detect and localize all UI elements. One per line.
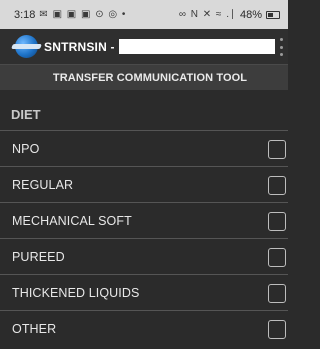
- list-item-thickened-liquids[interactable]: THICKENED LIQUIDS: [0, 274, 288, 310]
- mechanical-soft-checkbox[interactable]: [268, 212, 286, 231]
- list-item-pureed[interactable]: PUREED: [0, 238, 288, 274]
- list-item-mechanical-soft[interactable]: MECHANICAL SOFT: [0, 202, 288, 238]
- status-time: 3:18: [14, 8, 36, 21]
- app-title-input[interactable]: [118, 39, 275, 54]
- battery-icon: [266, 10, 280, 19]
- pureed-checkbox[interactable]: [268, 248, 286, 267]
- npo-checkbox[interactable]: [268, 140, 286, 159]
- list-item-npo[interactable]: NPO: [0, 130, 288, 166]
- diet-options-list: NPO REGULAR MECHANICAL SOFT PUREED THICK…: [0, 130, 288, 346]
- thickened-liquids-checkbox[interactable]: [268, 284, 286, 303]
- list-item-label: REGULAR: [12, 177, 74, 192]
- status-left: 3:18 ✉ ▣ ▣ ▣ ⊙ ◎ •: [14, 9, 126, 21]
- section-title: DIET: [11, 107, 41, 122]
- system-icons: ∞ N ✕ ≈ .∣: [178, 9, 236, 20]
- other-checkbox[interactable]: [268, 320, 286, 339]
- list-item-other[interactable]: OTHER: [0, 310, 288, 346]
- list-item-label: PUREED: [12, 249, 65, 264]
- overflow-menu-icon[interactable]: [279, 38, 283, 56]
- list-item-label: THICKENED LIQUIDS: [12, 285, 140, 300]
- battery-percent: 48%: [239, 8, 262, 21]
- page-title: TRANSFER COMMUNICATION TOOL: [52, 71, 248, 84]
- list-item-label: MECHANICAL SOFT: [12, 213, 132, 228]
- status-bar: 3:18 ✉ ▣ ▣ ▣ ⊙ ◎ • ∞ N ✕ ≈ .∣ 48%: [0, 0, 288, 29]
- app-logo-icon: [15, 35, 38, 58]
- list-item-label: NPO: [12, 141, 40, 156]
- list-item-label: OTHER: [12, 321, 57, 336]
- status-right: ∞ N ✕ ≈ .∣ 48%: [179, 9, 280, 21]
- subheader: TRANSFER COMMUNICATION TOOL: [0, 64, 288, 90]
- app-bar: SNTRNSIN -: [0, 29, 288, 64]
- regular-checkbox[interactable]: [268, 176, 286, 195]
- list-item-regular[interactable]: REGULAR: [0, 166, 288, 202]
- notification-icons: ✉ ▣ ▣ ▣ ⊙ ◎ •: [39, 9, 127, 20]
- app-title: SNTRNSIN -: [44, 39, 115, 54]
